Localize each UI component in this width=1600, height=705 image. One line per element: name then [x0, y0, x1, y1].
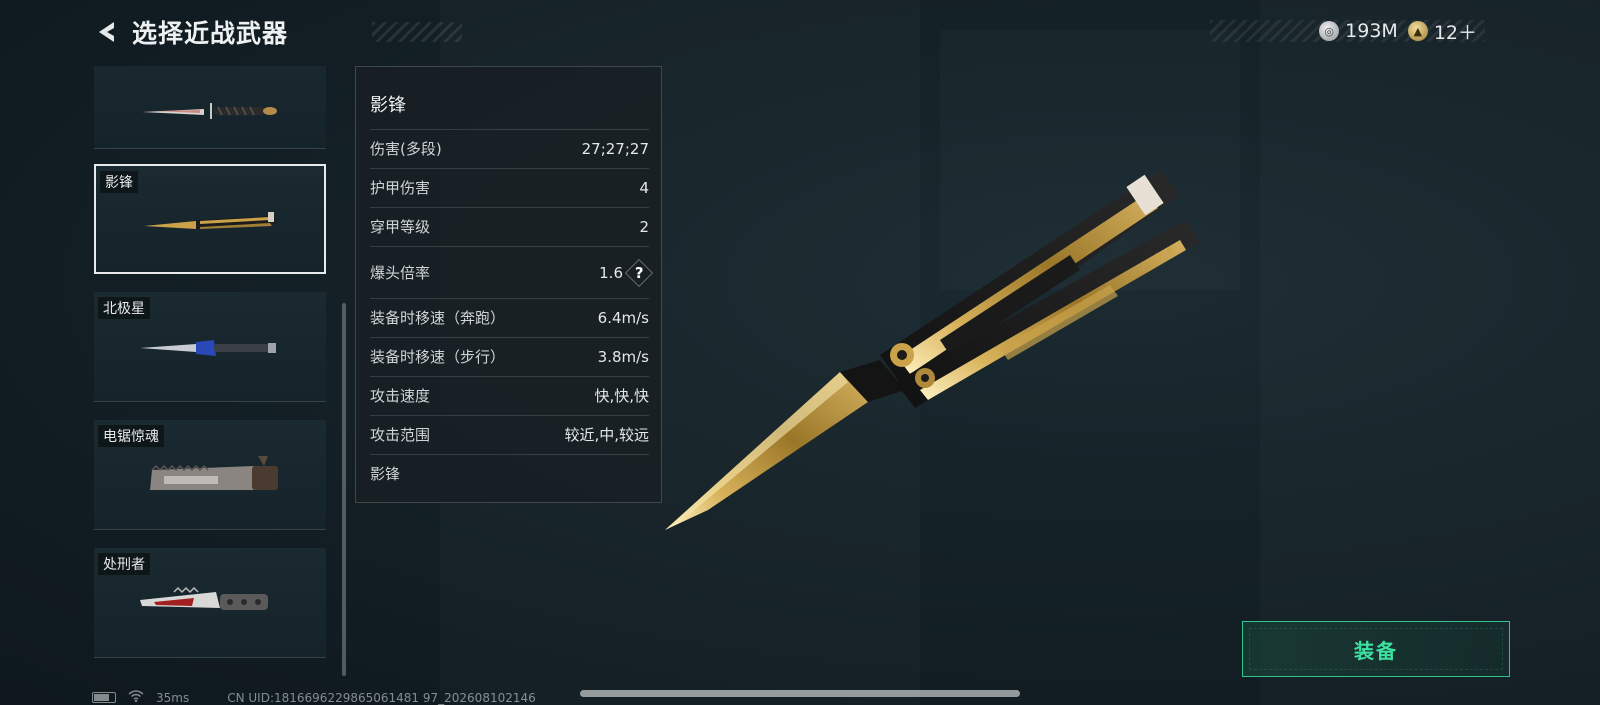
- stat-label: 护甲伤害: [370, 179, 431, 197]
- stats-panel: 影锋 伤害(多段) 27;27;27 护甲伤害 4 穿甲等级 2 爆头倍率 1.…: [355, 66, 662, 503]
- currency-bar: ◎ 193M ▲ 12＋: [1210, 18, 1485, 45]
- stat-label: 装备时移速（奔跑）: [370, 309, 506, 327]
- weapon-name: 处刑者: [98, 553, 150, 575]
- currency-gold[interactable]: ▲ 12＋: [1407, 18, 1477, 45]
- weapon-name: 电锯惊魂: [98, 425, 164, 447]
- stat-row-run-speed: 装备时移速（奔跑） 6.4m/s: [370, 298, 649, 336]
- weapon-preview-butterfly-knife[interactable]: [640, 150, 1240, 550]
- serrated-knife-icon: [140, 586, 268, 610]
- stats-title: 影锋: [370, 95, 406, 116]
- status-bar: 35ms CN UID:1816696229865061481 97_20260…: [92, 690, 536, 705]
- stat-value: 27;27;27: [581, 139, 649, 158]
- weapon-name: 影锋: [100, 171, 138, 193]
- currency-silver-value: 193M: [1345, 20, 1398, 42]
- stat-row-damage: 伤害(多段) 27;27;27: [370, 129, 649, 167]
- list-scrollbar[interactable]: [342, 303, 346, 676]
- weapon-card-combat-knife[interactable]: [94, 66, 326, 149]
- stats-footer: 影锋: [370, 454, 649, 492]
- weapon-name: 北极星: [98, 297, 150, 319]
- weapon-card-yingfeng[interactable]: 影锋: [94, 164, 326, 274]
- stat-row-attack-speed: 攻击速度 快,快,快: [370, 376, 649, 414]
- stat-label: 装备时移速（步行）: [370, 348, 506, 366]
- stat-label: 伤害(多段): [370, 140, 442, 158]
- stat-value: 1.6: [599, 263, 623, 282]
- equip-button[interactable]: 装备: [1242, 621, 1510, 677]
- stat-row-armor-damage: 护甲伤害 4: [370, 168, 649, 206]
- stat-label: 穿甲等级: [370, 218, 431, 236]
- weapon-list[interactable]: 影锋 北极星 电锯惊魂 处刑者: [92, 66, 336, 676]
- stat-label: 攻击范围: [370, 426, 431, 444]
- ping-text: 35ms: [156, 690, 190, 705]
- currency-silver: ◎ 193M: [1319, 20, 1398, 42]
- title-decoration: [372, 22, 462, 42]
- currency-gold-value: 12＋: [1433, 21, 1477, 44]
- header: 选择近战武器: [90, 14, 462, 50]
- page-title: 选择近战武器: [132, 19, 289, 48]
- combat-knife-icon: [142, 103, 277, 119]
- weapon-card-beijixing[interactable]: 北极星: [94, 292, 326, 402]
- uid-text: CN UID:1816696229865061481 97_2026081021…: [227, 690, 536, 705]
- stat-row-walk-speed: 装备时移速（步行） 3.8m/s: [370, 337, 649, 375]
- dagger-icon: [140, 340, 276, 356]
- stat-row-attack-range: 攻击范围 较近,中,较远: [370, 415, 649, 453]
- chainsaw-blade-icon: [150, 456, 278, 490]
- battery-icon: [92, 692, 116, 703]
- gold-coin-icon: ▲: [1407, 21, 1428, 41]
- butterfly-knife-icon: [144, 212, 276, 229]
- home-indicator[interactable]: [580, 690, 1020, 697]
- back-arrow-icon[interactable]: [90, 15, 124, 49]
- stats-footer-label: 影锋: [370, 465, 401, 483]
- stat-label: 爆头倍率: [370, 264, 431, 282]
- stat-row-headshot: 爆头倍率 1.6 ?: [370, 246, 654, 298]
- stat-value: 较近,中,较远: [564, 426, 649, 444]
- silver-coin-icon: ◎: [1319, 21, 1340, 41]
- stat-label: 攻击速度: [370, 387, 431, 405]
- weapon-card-chuxingzhe[interactable]: 处刑者: [94, 548, 326, 658]
- stat-row-penetration: 穿甲等级 2: [370, 207, 649, 245]
- wifi-icon: [128, 690, 144, 705]
- weapon-card-dianjujinghun[interactable]: 电锯惊魂: [94, 420, 326, 530]
